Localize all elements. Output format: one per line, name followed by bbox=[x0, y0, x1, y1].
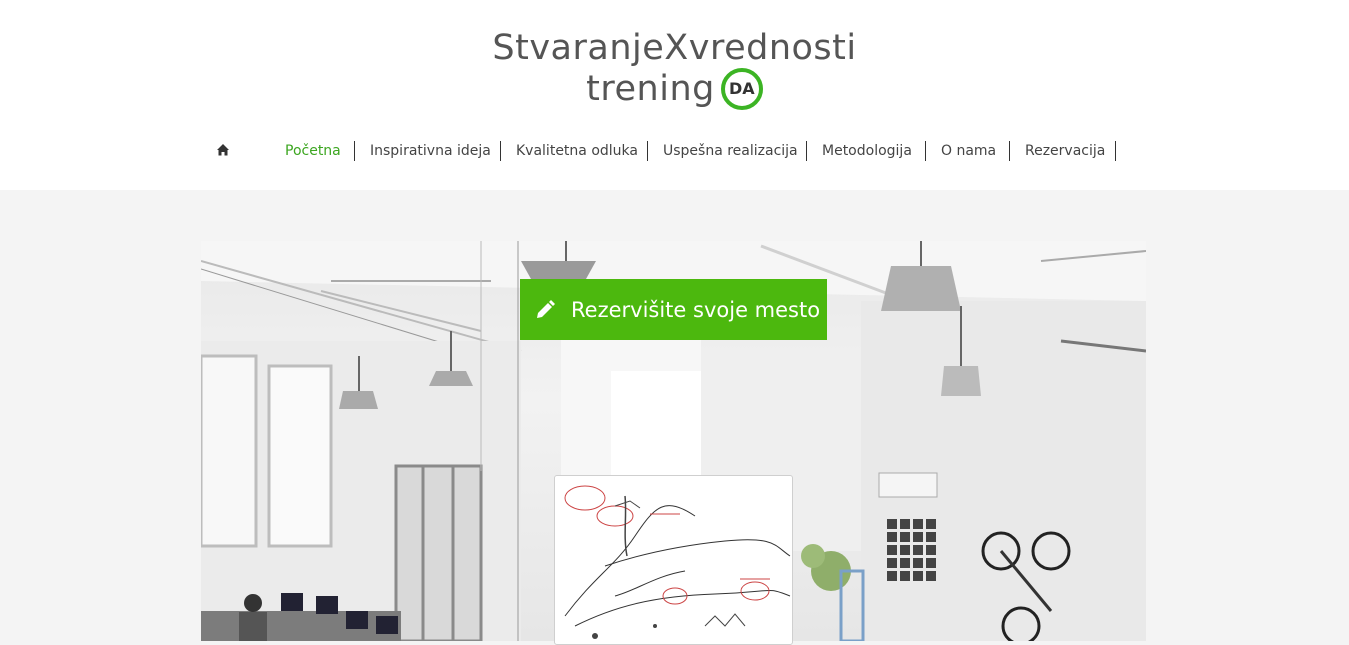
nav-item-inspirativna-ideja[interactable]: Inspirativna ideja bbox=[370, 140, 491, 162]
site-logo[interactable]: StvaranjeXvrednosti trening DA bbox=[0, 28, 1349, 110]
logo-title-trening: trening bbox=[586, 69, 715, 109]
site-header: StvaranjeXvrednosti trening DA Početna I… bbox=[0, 0, 1349, 190]
nav-divider bbox=[1115, 141, 1116, 161]
pencil-icon bbox=[535, 299, 555, 320]
nav-divider bbox=[925, 141, 926, 161]
logo-title-line1: StvaranjeXvrednosti bbox=[492, 28, 857, 68]
nav-item-metodologija[interactable]: Metodologija bbox=[822, 140, 912, 162]
home-icon[interactable] bbox=[216, 142, 230, 156]
nav-divider bbox=[806, 141, 807, 161]
reserve-spot-label: Rezervišite svoje mesto bbox=[571, 297, 821, 322]
nav-item-o-nama[interactable]: O nama bbox=[941, 140, 996, 162]
nav-divider bbox=[647, 141, 648, 161]
main-nav: Početna Inspirativna ideja Kvalitetna od… bbox=[0, 140, 1349, 162]
reserve-spot-button[interactable]: Rezervišite svoje mesto bbox=[520, 279, 827, 340]
nav-item-pocetna[interactable]: Početna bbox=[285, 140, 341, 162]
nav-item-kvalitetna-odluka[interactable]: Kvalitetna odluka bbox=[516, 140, 638, 162]
nav-divider bbox=[500, 141, 501, 161]
nav-item-uspesna-realizacija[interactable]: Uspešna realizacija bbox=[663, 140, 798, 162]
nav-divider bbox=[354, 141, 355, 161]
nav-divider bbox=[1009, 141, 1010, 161]
mind-map-illustration bbox=[564, 485, 791, 639]
sketch-map-image bbox=[554, 475, 793, 645]
logo-badge: DA bbox=[720, 68, 763, 110]
nav-item-rezervacija[interactable]: Rezervacija bbox=[1025, 140, 1105, 162]
logo-title-line2: trening DA bbox=[586, 68, 763, 110]
